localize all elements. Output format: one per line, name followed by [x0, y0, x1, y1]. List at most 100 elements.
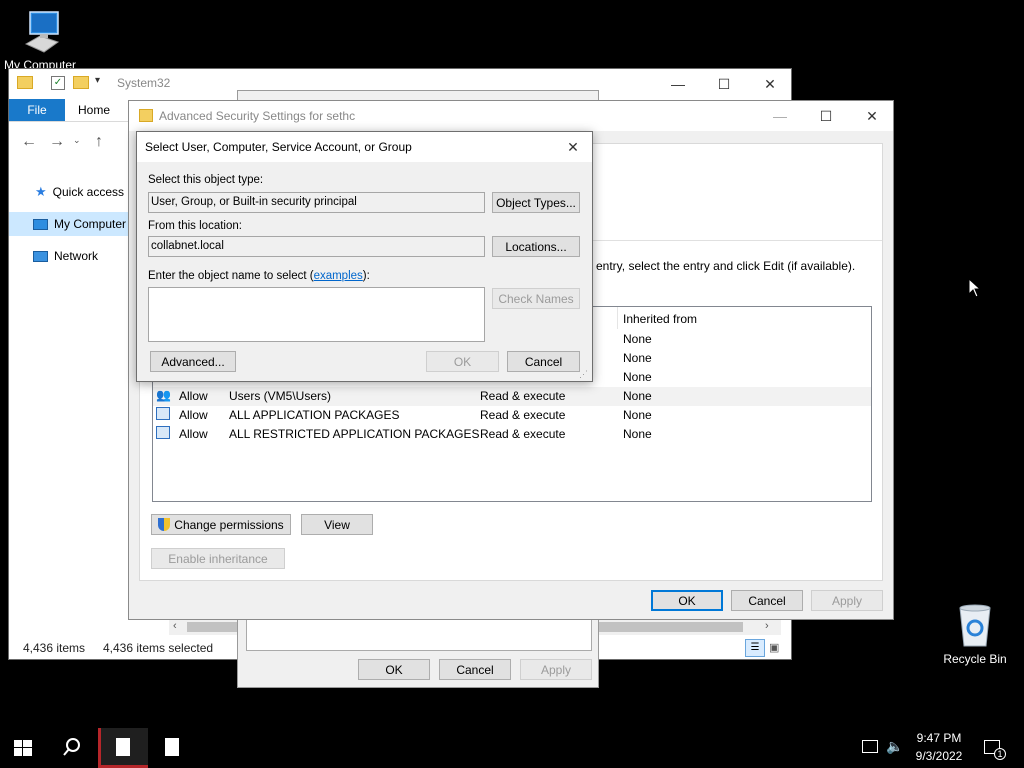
- resize-grip-icon[interactable]: ⋰: [579, 369, 588, 380]
- back-icon[interactable]: ←: [21, 133, 37, 151]
- row-inherited: None: [623, 370, 652, 384]
- sidebar-item-network[interactable]: Network: [9, 244, 137, 268]
- select-dialog-title: Select User, Computer, Service Account, …: [145, 140, 412, 154]
- advanced-security-titlebar: Advanced Security Settings for sethc — ☐…: [129, 101, 893, 131]
- examples-link[interactable]: examples: [314, 270, 363, 282]
- uac-shield-icon: [158, 518, 171, 531]
- tray-time[interactable]: 9:47 PM: [908, 731, 970, 745]
- advanced-button[interactable]: Advanced...: [150, 351, 236, 372]
- properties-ok-button[interactable]: OK: [358, 659, 430, 680]
- enable-inheritance-button[interactable]: Enable inheritance: [151, 548, 285, 569]
- sidebar-item-my-computer[interactable]: My Computer: [9, 212, 137, 236]
- info-text: entry, select the entry and click Edit (…: [596, 259, 856, 273]
- row-type: Allow: [179, 408, 208, 422]
- adv-apply-button[interactable]: Apply: [811, 590, 883, 611]
- row-inherited: None: [623, 427, 652, 441]
- adv-cancel-button[interactable]: Cancel: [731, 590, 803, 611]
- view-button[interactable]: View: [301, 514, 373, 535]
- sidebar-item-label: Network: [54, 249, 99, 263]
- adv-ok-button[interactable]: OK: [651, 590, 723, 611]
- select-dialog-titlebar: Select User, Computer, Service Account, …: [137, 132, 592, 162]
- row-inherited: None: [623, 389, 652, 403]
- recycle-bin-icon: [959, 604, 991, 647]
- column-header-divider: [617, 307, 618, 329]
- history-dropdown-icon[interactable]: ⌄: [73, 135, 81, 146]
- row-principal: ALL RESTRICTED APPLICATION PACKAGES: [229, 427, 480, 441]
- up-icon[interactable]: ↑: [95, 133, 103, 151]
- properties-cancel-button[interactable]: Cancel: [439, 659, 511, 680]
- sidebar-item-label: My Computer: [54, 217, 127, 231]
- close-icon[interactable]: ✕: [849, 101, 895, 131]
- location-field: collabnet.local: [148, 236, 485, 257]
- status-selected-count: 4,436 items selected: [103, 641, 214, 655]
- object-name-label-prefix: Enter the object name to select (: [148, 270, 314, 282]
- volume-tray-icon[interactable]: 🔈: [886, 738, 903, 755]
- taskbar-app-active[interactable]: [98, 728, 148, 768]
- object-types-button[interactable]: Object Types...: [492, 192, 580, 213]
- properties-apply-button[interactable]: Apply: [520, 659, 592, 680]
- desktop-icon-my-computer[interactable]: My Computer: [0, 8, 80, 72]
- large-icons-view-icon[interactable]: ▣: [769, 641, 779, 654]
- tray-date[interactable]: 9/3/2022: [908, 749, 970, 763]
- change-permissions-button[interactable]: Change permissions: [151, 514, 291, 535]
- quick-access-dropdown-icon[interactable]: ▾: [95, 75, 100, 86]
- select-ok-button[interactable]: OK: [426, 351, 499, 372]
- column-header-inherited[interactable]: Inherited from: [623, 312, 697, 326]
- desktop-icon-recycle-bin[interactable]: Recycle Bin: [938, 600, 1012, 670]
- select-cancel-button[interactable]: Cancel: [507, 351, 580, 372]
- network-tray-icon[interactable]: [862, 740, 878, 753]
- maximize-icon[interactable]: ☐: [803, 101, 849, 131]
- object-type-label: Select this object type:: [148, 174, 264, 186]
- row-access: Read & execute: [480, 427, 566, 441]
- scroll-left-icon[interactable]: ‹: [173, 620, 177, 632]
- minimize-icon[interactable]: —: [757, 101, 803, 131]
- recycle-bin-label: Recycle Bin: [943, 652, 1007, 666]
- taskbar: 🔈 9:47 PM 9/3/2022 1: [0, 728, 1024, 768]
- sidebar-item-quick-access[interactable]: ★ Quick access: [9, 180, 137, 204]
- row-type: Allow: [179, 389, 208, 403]
- check-names-button[interactable]: Check Names: [492, 288, 580, 309]
- table-row[interactable]: 👥 Allow Users (VM5\Users) Read & execute…: [153, 387, 871, 406]
- object-name-input[interactable]: [148, 287, 485, 342]
- app-package-icon: [156, 426, 170, 439]
- close-icon[interactable]: ✕: [555, 132, 591, 162]
- scroll-right-icon[interactable]: ›: [765, 620, 769, 632]
- document-icon: [165, 738, 179, 756]
- mouse-cursor-icon: [968, 278, 982, 298]
- properties-list-box: [246, 619, 592, 651]
- select-principal-dialog: Select User, Computer, Service Account, …: [136, 131, 593, 382]
- app-package-icon: [156, 407, 170, 420]
- network-icon: [33, 250, 48, 262]
- details-view-icon[interactable]: ☰: [745, 639, 765, 657]
- home-tab[interactable]: Home: [71, 99, 117, 121]
- users-group-icon: 👥: [156, 388, 171, 402]
- forward-icon[interactable]: →: [49, 133, 65, 151]
- object-name-label: Enter the object name to select (example…: [148, 270, 370, 282]
- row-access: Read & execute: [480, 408, 566, 422]
- folder-icon: [139, 109, 153, 122]
- taskbar-app[interactable]: [150, 728, 196, 768]
- location-label: From this location:: [148, 220, 242, 232]
- new-folder-icon[interactable]: [73, 76, 89, 89]
- row-principal: Users (VM5\Users): [229, 389, 332, 403]
- close-icon[interactable]: ✕: [747, 69, 793, 99]
- locations-button[interactable]: Locations...: [492, 236, 580, 257]
- computer-icon: [24, 11, 60, 53]
- star-icon: ★: [35, 184, 47, 199]
- row-inherited: None: [623, 332, 652, 346]
- search-icon[interactable]: [62, 737, 82, 760]
- properties-icon[interactable]: ✓: [51, 76, 65, 90]
- notification-count-badge: 1: [994, 748, 1006, 760]
- table-row[interactable]: Allow ALL RESTRICTED APPLICATION PACKAGE…: [153, 425, 871, 444]
- table-row[interactable]: Allow ALL APPLICATION PACKAGES Read & ex…: [153, 406, 871, 425]
- document-icon: [116, 738, 130, 756]
- start-windows-icon[interactable]: [14, 740, 32, 756]
- row-access: Read & execute: [480, 389, 566, 403]
- row-type: Allow: [179, 427, 208, 441]
- row-inherited: None: [623, 351, 652, 365]
- object-name-label-suffix: ):: [362, 270, 370, 282]
- row-inherited: None: [623, 408, 652, 422]
- file-tab[interactable]: File: [9, 99, 65, 121]
- status-item-count: 4,436 items: [23, 641, 86, 655]
- advanced-security-title: Advanced Security Settings for sethc: [159, 109, 356, 123]
